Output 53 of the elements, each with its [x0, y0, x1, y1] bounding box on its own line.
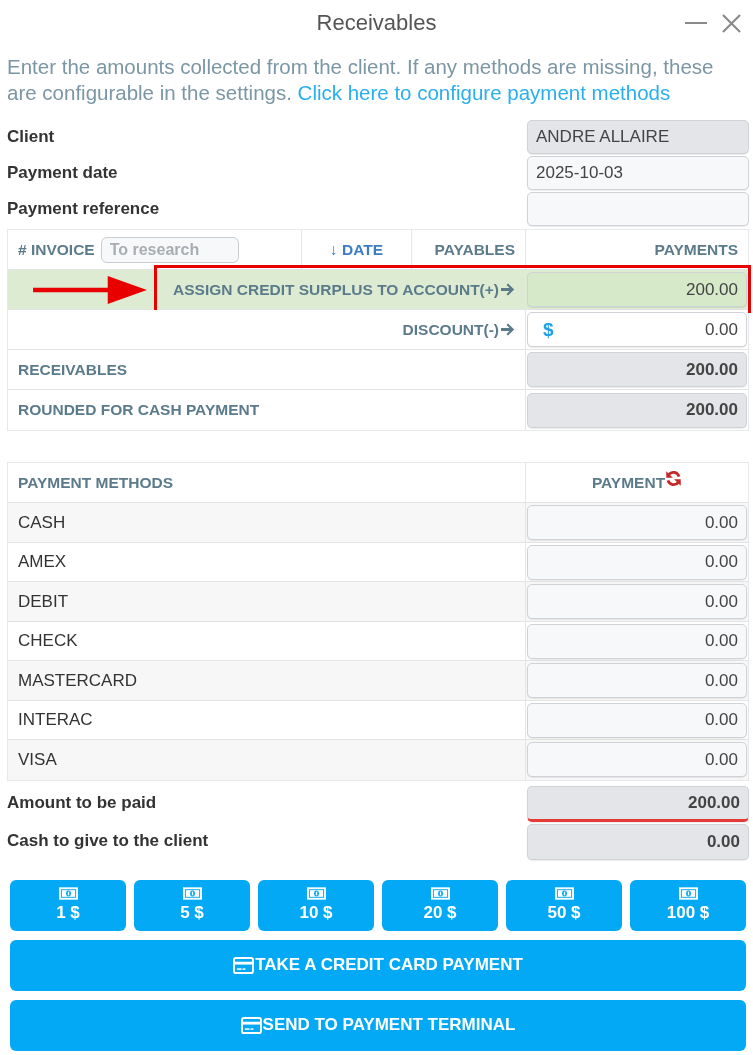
total-label: Amount to be paid — [7, 791, 158, 814]
total-label: RECEIVABLES — [18, 360, 128, 379]
field-label: Client — [7, 126, 56, 148]
payment-method-name: AMEX — [18, 552, 67, 572]
payment-reference-field[interactable] — [527, 192, 749, 226]
client-field: ANDRE ALLAIRE — [527, 120, 749, 154]
credit-amount-field[interactable]: 200.00 — [527, 272, 747, 307]
payment-method-name: INTERAC — [18, 710, 93, 730]
discount-label: DISCOUNT(-) — [402, 320, 499, 339]
amount-display: 0.00 — [527, 823, 749, 860]
refresh-icon[interactable] — [665, 470, 683, 487]
banknote-icon — [554, 887, 574, 900]
banknote-icon — [678, 887, 698, 900]
payment-amount-field[interactable]: 0.00 — [527, 544, 747, 580]
amount-display: 200.00 — [527, 352, 747, 387]
field-label: Payment reference — [7, 198, 161, 220]
window-title: Receivables — [316, 10, 437, 36]
payment-method-name: CASH — [18, 512, 66, 533]
amount-display: 200.00 — [527, 392, 747, 428]
total-label: Cash to give to the client — [7, 829, 210, 852]
payment-amount-field[interactable]: 0.00 — [527, 505, 747, 540]
field-label: Payment date — [7, 162, 119, 184]
payment-method-name: CHECK — [18, 631, 78, 651]
total-label: ROUNDED FOR CASH PAYMENT — [18, 401, 260, 419]
currency-symbol: $ — [543, 320, 554, 339]
banknote-icon — [58, 887, 78, 900]
payment-amount-field[interactable]: 0.00 — [527, 702, 747, 738]
credit-card-icon — [240, 1016, 262, 1034]
payment-amount-field[interactable]: 0.00 — [527, 584, 747, 619]
payment-method-name: DEBIT — [18, 591, 69, 612]
column-header: # INVOICE — [18, 240, 95, 259]
column-header: PAYMENT METHODS — [18, 473, 173, 492]
search-field[interactable]: To research — [100, 236, 239, 263]
date-sort-header[interactable]: ↓ DATE — [329, 240, 384, 259]
column-header: PAYABLES — [434, 240, 515, 259]
credit-surplus-label: ASSIGN CREDIT SURPLUS TO ACCOUNT(+) — [173, 280, 499, 299]
column-header: PAYMENTS — [654, 240, 738, 259]
banknote-icon — [430, 887, 450, 900]
payment-amount-field[interactable]: 0.00 — [527, 623, 747, 659]
payment-amount-field[interactable]: 0.00 — [527, 742, 747, 778]
intro-text: Enter the amounts collected from the client. If any methods are missing, these are configurable in the settings. Click here to configure payment methods — [6, 54, 715, 106]
close-icon[interactable] — [722, 13, 741, 33]
payment-amount-field[interactable]: 0.00 — [527, 663, 747, 698]
payment-method-name: MASTERCARD — [18, 670, 137, 691]
banknote-icon — [306, 887, 326, 900]
arrow-right-icon — [501, 323, 515, 336]
banknote-icon — [182, 887, 202, 900]
payment-date-field[interactable]: 2025-10-03 — [527, 156, 749, 190]
arrow-right-icon — [501, 283, 515, 296]
column-header: PAYMENT — [591, 473, 666, 492]
credit-card-icon — [233, 956, 255, 974]
amount-display: 200.00 — [527, 785, 749, 822]
payment-method-name: VISA — [18, 749, 57, 770]
